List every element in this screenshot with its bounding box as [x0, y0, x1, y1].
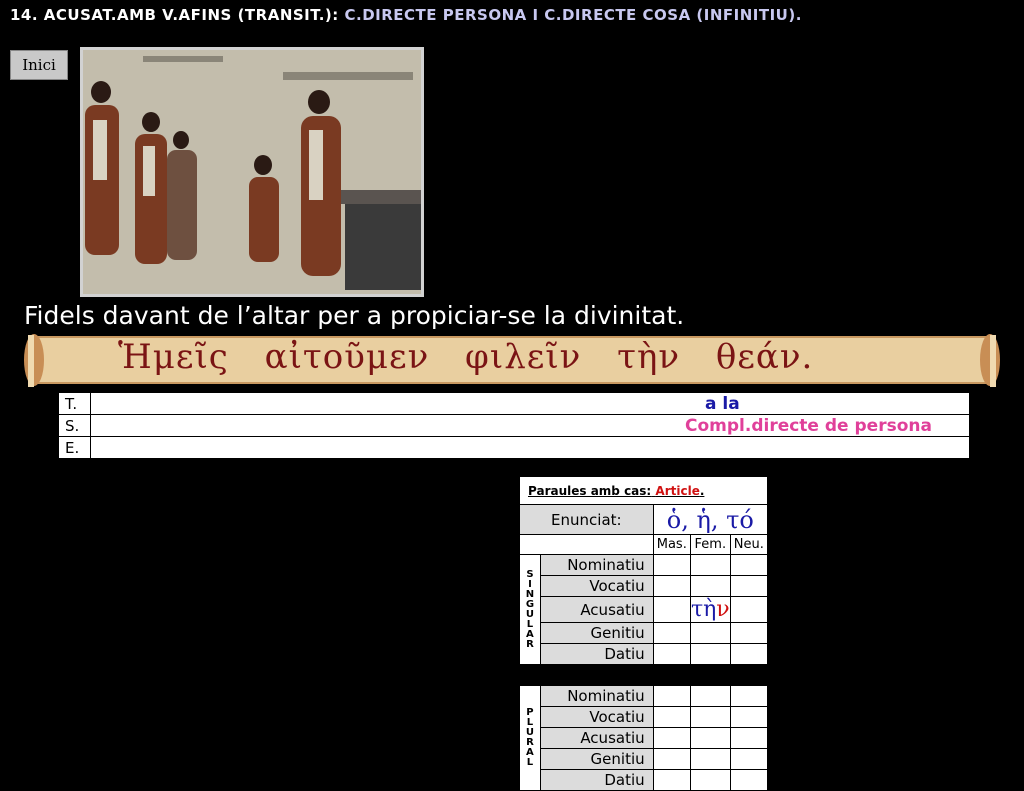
- answer-cell[interactable]: [729, 643, 769, 665]
- gender-masc: Mas.: [652, 534, 691, 555]
- singular-letters: SINGULAR: [525, 568, 535, 650]
- row-label-syntax: S.: [58, 414, 91, 437]
- row-label-enunciat: E.: [58, 436, 91, 459]
- answer-cell[interactable]: [729, 596, 769, 623]
- answer-cell[interactable]: [689, 685, 731, 707]
- case-vocatiu: Vocatiu: [539, 575, 654, 597]
- case-nominatiu-plural: Nominatiu: [539, 685, 654, 707]
- painting-caption: Fidels davant de l’altar per a propiciar…: [24, 301, 685, 330]
- translation-value: a la: [705, 394, 740, 414]
- heading-suffix: .: [699, 483, 705, 498]
- answer-cell[interactable]: [689, 622, 731, 644]
- table-row: S. Compl.directe de persona: [58, 414, 970, 437]
- heading-highlight: Article: [655, 483, 700, 498]
- answer-cell[interactable]: [689, 575, 731, 597]
- vase-painting-image: [80, 47, 424, 297]
- article-declension-table: Paraules amb cas: Article. Enunciat: ὁ, …: [519, 476, 769, 791]
- answer-cell[interactable]: [689, 748, 731, 770]
- plural-letters: PLURAL: [525, 707, 534, 768]
- answer-cell[interactable]: [729, 685, 769, 707]
- enunciat-cell[interactable]: [90, 436, 970, 459]
- answer-cell[interactable]: [652, 706, 691, 728]
- answer-cell[interactable]: [652, 622, 691, 644]
- page-title: 14. ACUSAT.AMB V.AFINS (TRANSIT.): C.DIR…: [10, 6, 802, 24]
- answer-cell[interactable]: [652, 554, 691, 576]
- case-acusatiu: Acusatiu: [539, 596, 654, 623]
- case-acusatiu-plural: Acusatiu: [539, 727, 654, 749]
- answer-cell[interactable]: [729, 748, 769, 770]
- plural-label: PLURAL: [519, 685, 541, 791]
- enunciat-label: Enunciat:: [519, 504, 654, 535]
- answer-cell[interactable]: [729, 727, 769, 749]
- gender-fem: Fem.: [689, 534, 731, 555]
- answer-ending: ν: [716, 597, 730, 622]
- answer-cell[interactable]: [652, 685, 691, 707]
- syntax-cell[interactable]: Compl.directe de persona: [90, 414, 970, 437]
- translation-cell[interactable]: a la: [90, 392, 970, 415]
- answer-cell[interactable]: [689, 706, 731, 728]
- answer-acusatiu-fem[interactable]: τὴν: [689, 596, 731, 623]
- answer-stem: τὴ: [690, 597, 717, 622]
- home-button[interactable]: Inici: [10, 50, 68, 80]
- title-subtopic: C.DIRECTE PERSONA I C.DIRECTE COSA (INFI…: [344, 6, 802, 24]
- answer-cell[interactable]: [652, 643, 691, 665]
- answer-cell[interactable]: [689, 727, 731, 749]
- answer-cell[interactable]: [689, 769, 731, 791]
- case-genitiu-plural: Genitiu: [539, 748, 654, 770]
- title-topic: 14. ACUSAT.AMB V.AFINS (TRANSIT.):: [10, 6, 339, 24]
- heading-prefix: Paraules amb cas:: [528, 483, 652, 498]
- answer-cell[interactable]: [652, 727, 691, 749]
- row-label-translation: T.: [58, 392, 91, 415]
- answer-cell[interactable]: [652, 769, 691, 791]
- case-datiu-plural: Datiu: [539, 769, 654, 791]
- case-nominatiu: Nominatiu: [539, 554, 654, 576]
- answer-cell[interactable]: [729, 706, 769, 728]
- answer-cell[interactable]: [652, 575, 691, 597]
- singular-label: SINGULAR: [519, 554, 541, 665]
- answer-cell[interactable]: [652, 596, 691, 623]
- painting-illustration: [83, 50, 421, 294]
- answer-cell[interactable]: [729, 769, 769, 791]
- answer-cell[interactable]: [729, 554, 769, 576]
- article-table-heading: Paraules amb cas: Article.: [519, 476, 768, 505]
- answer-cell[interactable]: [729, 622, 769, 644]
- answer-cell[interactable]: [729, 575, 769, 597]
- analysis-table: T. a la S. Compl.directe de persona E.: [58, 392, 970, 459]
- syntax-value: Compl.directe de persona: [685, 416, 932, 436]
- case-genitiu: Genitiu: [539, 622, 654, 644]
- enunciat-value: ὁ, ἡ, τό: [652, 504, 769, 535]
- gender-neu: Neu.: [729, 534, 769, 555]
- table-row: T. a la: [58, 392, 970, 415]
- answer-cell[interactable]: [689, 643, 731, 665]
- table-row: E.: [58, 436, 970, 459]
- answer-cell[interactable]: [652, 748, 691, 770]
- greek-sentence: Ἡμεῖς αἰτοῦμεν φιλεῖν τὴν θεάν.: [118, 337, 814, 377]
- answer-cell[interactable]: [689, 554, 731, 576]
- case-vocatiu-plural: Vocatiu: [539, 706, 654, 728]
- gender-spacer: [519, 534, 654, 555]
- table-separator: [519, 664, 768, 686]
- case-datiu: Datiu: [539, 643, 654, 665]
